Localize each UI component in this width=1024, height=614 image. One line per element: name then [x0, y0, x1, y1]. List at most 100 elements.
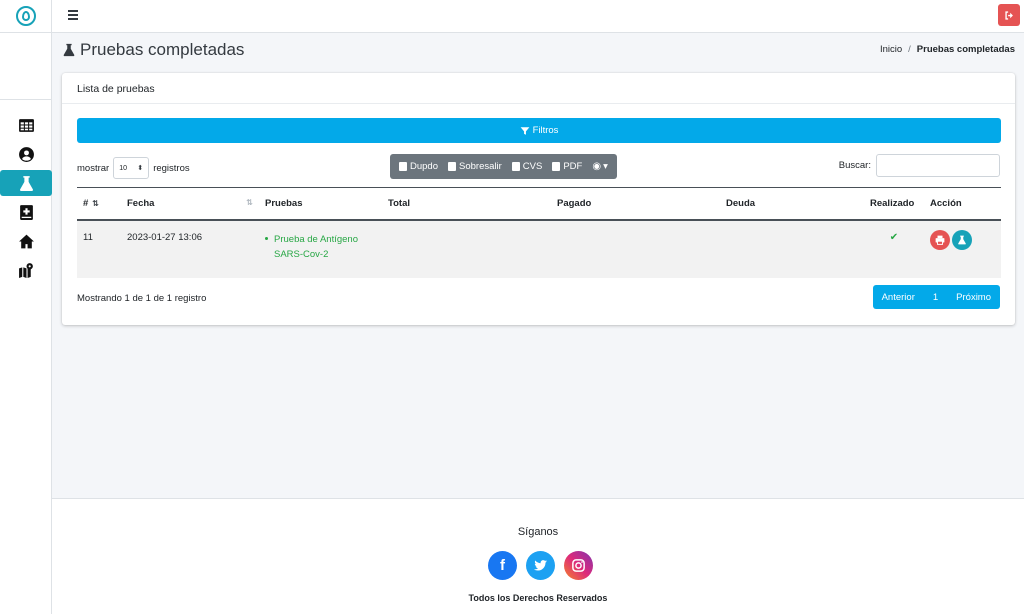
col-fecha-label: Fecha [127, 197, 155, 209]
csv-button[interactable]: CVS [507, 154, 548, 179]
bullet-icon [265, 237, 268, 241]
export-buttons: Dupdo Sobresalir CVS PDF ◉ ▾ [390, 154, 617, 179]
col-pagado-label: Pagado [557, 197, 592, 209]
caret-down-icon: ▾ [603, 161, 608, 172]
pdf-button[interactable]: PDF [547, 154, 587, 179]
cell-fecha: 2023-01-27 13:06 [121, 219, 259, 278]
excel-button[interactable]: Sobresalir [443, 154, 507, 179]
topbar [52, 0, 1024, 33]
page-title-text: Pruebas completadas [80, 40, 245, 59]
pagination-page[interactable]: 1 [924, 292, 947, 303]
sidebar [0, 0, 52, 614]
print-icon [935, 235, 945, 245]
copy-button[interactable]: Dupdo [394, 154, 443, 179]
breadcrumb: Inicio / Pruebas completadas [880, 44, 1015, 55]
sidebar-item-records[interactable] [0, 199, 52, 225]
card-title: Lista de pruebas [62, 73, 1015, 104]
flask-icon [958, 235, 966, 244]
filter-icon [520, 126, 529, 135]
logout-button[interactable] [998, 4, 1020, 26]
page-title: Pruebas completadas [62, 40, 244, 60]
twitter-icon[interactable] [526, 551, 555, 580]
sort-desc-icon: ⇅ [92, 198, 99, 208]
length-control: mostrar 10 ⬍ registros [77, 157, 190, 179]
excel-label: Sobresalir [459, 161, 502, 172]
eye-icon: ◉ [592, 161, 602, 172]
sign-out-icon [1004, 10, 1013, 20]
sidebar-item-tests[interactable] [0, 170, 52, 196]
pagination-next[interactable]: Próximo [947, 292, 1000, 303]
col-deuda[interactable]: Deuda [720, 187, 864, 221]
pagination-prev[interactable]: Anterior [873, 292, 924, 303]
pagination: Anterior 1 Próximo [872, 285, 1000, 309]
col-pruebas[interactable]: Pruebas [259, 187, 382, 221]
brand[interactable] [0, 0, 51, 33]
cell-id: 11 [77, 219, 121, 278]
menu-toggle-icon[interactable] [68, 10, 78, 22]
medical-book-icon [19, 204, 33, 220]
sidebar-item-dashboard[interactable] [0, 112, 52, 138]
copy-icon [399, 162, 407, 171]
cell-accion [924, 219, 1001, 278]
print-button[interactable] [930, 229, 950, 250]
flask-icon [19, 175, 33, 191]
test-name: Prueba de Antígeno SARS-Cov-2 [274, 233, 358, 260]
search-input[interactable] [876, 154, 1000, 177]
copyright-text: Todos los Derechos Reservados [468, 593, 608, 603]
camera-icon [572, 559, 585, 572]
table-info: Mostrando 1 de 1 de 1 registro [77, 293, 207, 304]
col-total[interactable]: Total [382, 187, 551, 221]
excel-icon [448, 162, 456, 171]
col-accion[interactable]: Acción [924, 187, 1001, 221]
tests-table: # ⇅ Fecha ⇅ Pruebas Total Pagado Deuda Rea… [77, 187, 1001, 278]
test-item: Prueba de Antígeno SARS-Cov-2 [265, 232, 376, 262]
col-deuda-label: Deuda [726, 197, 756, 209]
length-select[interactable]: 10 ⬍ [113, 157, 150, 179]
length-prefix: mostrar [77, 162, 110, 174]
map-location-icon [18, 262, 33, 278]
sidebar-divider [0, 99, 52, 100]
double-check-icon: ✔ [889, 231, 899, 243]
follow-us-label: Síganos [517, 526, 559, 538]
bird-icon [533, 560, 548, 571]
cell-deuda [720, 219, 864, 278]
facebook-icon[interactable]: f [488, 551, 517, 580]
col-total-label: Total [388, 197, 410, 209]
filters-button[interactable]: Filtros [77, 118, 1001, 143]
column-visibility-button[interactable]: ◉ ▾ [587, 154, 613, 179]
flask-icon [63, 43, 75, 57]
sidebar-nav [0, 112, 52, 286]
csv-label: CVS [522, 161, 543, 172]
col-id[interactable]: # ⇅ [77, 187, 121, 221]
sidebar-item-map[interactable] [0, 257, 52, 283]
breadcrumb-home[interactable]: Inicio [880, 44, 902, 55]
pdf-icon [552, 162, 561, 171]
cell-realizado: ✔ [864, 219, 924, 278]
home-icon [18, 234, 34, 248]
cell-total [382, 219, 551, 278]
length-value: 10 [119, 164, 127, 172]
cell-pruebas: Prueba de Antígeno SARS-Cov-2 [259, 219, 382, 278]
table-grid-icon [18, 118, 34, 132]
sidebar-item-profile[interactable] [0, 141, 52, 167]
search-label: Buscar: [838, 160, 871, 171]
sort-updown-icon: ⬍ [137, 165, 144, 172]
sort-icon: ⇅ [246, 197, 253, 207]
pdf-label: PDF [563, 161, 583, 172]
sidebar-item-home[interactable] [0, 228, 52, 254]
lab-result-button[interactable] [952, 229, 972, 250]
col-pruebas-label: Pruebas [265, 197, 303, 209]
tests-card: Lista de pruebas Filtros mostrar 10 ⬍ re… [62, 73, 1015, 325]
instagram-icon[interactable] [564, 551, 593, 580]
user-circle-icon [18, 146, 34, 162]
footer: Síganos f Todos los Derechos Reservados [52, 498, 1024, 614]
filters-label: Filtros [532, 125, 559, 136]
col-id-label: # [83, 197, 89, 209]
col-realizado-label: Realizado [870, 197, 915, 209]
table-row: 11 2023-01-27 13:06 Prueba de Antígeno S… [77, 219, 1001, 278]
col-fecha[interactable]: Fecha ⇅ [121, 187, 259, 221]
col-pagado[interactable]: Pagado [551, 187, 720, 221]
col-realizado[interactable]: Realizado [864, 187, 924, 221]
col-accion-label: Acción [930, 197, 962, 209]
breadcrumb-current: Pruebas completadas [916, 44, 1015, 55]
